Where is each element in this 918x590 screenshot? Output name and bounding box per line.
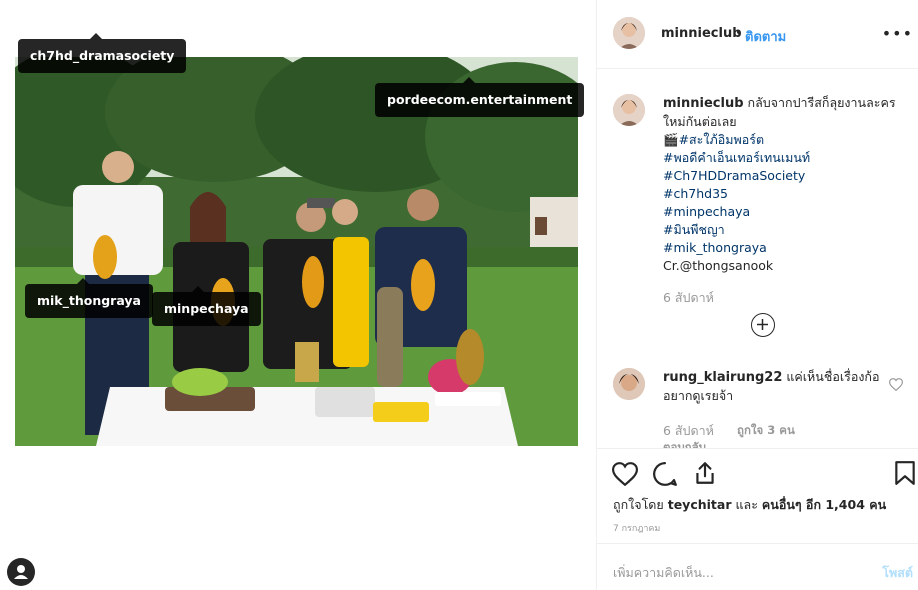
avatar-image xyxy=(613,368,645,400)
caption-timestamp[interactable]: 6 สัปดาห์ xyxy=(663,288,714,308)
avatar[interactable] xyxy=(613,17,645,49)
hashtag-link[interactable]: #ch7hd35 xyxy=(663,186,728,201)
hashtag-link[interactable]: #minpechaya xyxy=(663,204,750,219)
likes-prefix: ถูกใจโดย xyxy=(613,497,664,512)
tag-pointer xyxy=(77,278,89,284)
plus-glyph xyxy=(757,319,768,330)
tag-label: ch7hd_dramasociety xyxy=(30,48,175,63)
comment-input[interactable]: เพิ่มความคิดเห็น... xyxy=(613,563,714,583)
user-tag-icon[interactable] xyxy=(7,558,35,586)
tag-pointer xyxy=(90,33,102,39)
liked-by-others[interactable]: คนอื่นๆ อีก 1,404 คน xyxy=(762,497,886,512)
post-caption: minnieclub กลับจากปารีสก็ลุยงานละครใหม่ก… xyxy=(663,94,903,275)
tag-label: minpechaya xyxy=(164,301,249,316)
caption-author[interactable]: minnieclub xyxy=(663,96,744,111)
hashtag-link[interactable]: #Ch7HDDramaSociety xyxy=(663,168,805,183)
photo-tag[interactable]: ch7hd_dramasociety xyxy=(18,33,187,73)
heart-icon[interactable] xyxy=(612,462,638,486)
tag-pointer xyxy=(192,286,204,292)
separator: • xyxy=(735,26,743,41)
user-tag-glyph xyxy=(14,565,28,579)
bookmark-icon[interactable] xyxy=(894,460,916,486)
avatar[interactable] xyxy=(613,94,645,126)
follow-button[interactable]: ติดตาม xyxy=(745,26,786,47)
heart-icon[interactable] xyxy=(889,378,903,391)
clapper-icon: 🎬 xyxy=(663,132,679,147)
post-sidebar: minnieclub • ติดตาม ••• minnieclub กลับจ… xyxy=(596,0,918,590)
comment-timestamp[interactable]: 6 สัปดาห์ xyxy=(663,421,714,441)
hashtag-link[interactable]: #มินพีชญา xyxy=(663,222,725,237)
post-date[interactable]: 7 กรกฎาคม xyxy=(613,521,660,535)
reply-button[interactable]: ตอบกลับ xyxy=(663,439,706,448)
likes-conj: และ xyxy=(735,497,758,512)
author-username[interactable]: minnieclub xyxy=(661,26,742,41)
caption-credit: Cr.@thongsanook xyxy=(663,258,774,273)
post-header: minnieclub • ติดตาม ••• xyxy=(597,0,918,69)
post-comment-button[interactable]: โพสต์ xyxy=(882,563,913,583)
add-comment-bar: เพิ่มความคิดเห็น... โพสต์ xyxy=(597,543,918,590)
comment-item: rung_klairung22 แค่เห็นชื่อเรื่องก้ออยาก… xyxy=(663,368,883,405)
post-actions: ถูกใจโดย teychitar และ คนอื่นๆ อีก 1,404… xyxy=(597,448,918,542)
hashtag-link[interactable]: #สะใภ้อิมพอร์ต xyxy=(679,132,765,147)
photo-tag[interactable]: mik_thongraya xyxy=(25,278,153,318)
liked-by-user[interactable]: teychitar xyxy=(668,497,732,512)
post-media-area: ch7hd_dramasociety pordeecom.entertainme… xyxy=(0,0,596,590)
comment-likes[interactable]: ถูกใจ 3 คน xyxy=(737,422,795,440)
plus-circle-icon[interactable] xyxy=(751,313,775,337)
comments-list: minnieclub กลับจากปารีสก็ลุยงานละครใหม่ก… xyxy=(597,70,918,448)
share-icon[interactable] xyxy=(692,460,718,486)
hashtag-link[interactable]: #พอดีคำเอ็นเทอร์เทนเมนท์ xyxy=(663,150,810,165)
avatar-image xyxy=(613,94,645,126)
likes-summary: ถูกใจโดย teychitar และ คนอื่นๆ อีก 1,404… xyxy=(613,495,886,515)
photo-tag[interactable]: pordeecom.entertainment xyxy=(375,77,585,117)
tag-label: mik_thongraya xyxy=(37,293,141,308)
avatar-image xyxy=(613,17,645,49)
tag-label: pordeecom.entertainment xyxy=(387,92,573,107)
avatar[interactable] xyxy=(613,368,645,400)
tag-pointer xyxy=(463,77,475,83)
comment-author[interactable]: rung_klairung22 xyxy=(663,370,782,385)
photo-tag[interactable]: minpechaya xyxy=(152,286,261,326)
more-options-icon[interactable]: ••• xyxy=(882,24,913,43)
comment-bubble-icon[interactable] xyxy=(652,461,678,487)
hashtag-link[interactable]: #mik_thongraya xyxy=(663,240,767,255)
